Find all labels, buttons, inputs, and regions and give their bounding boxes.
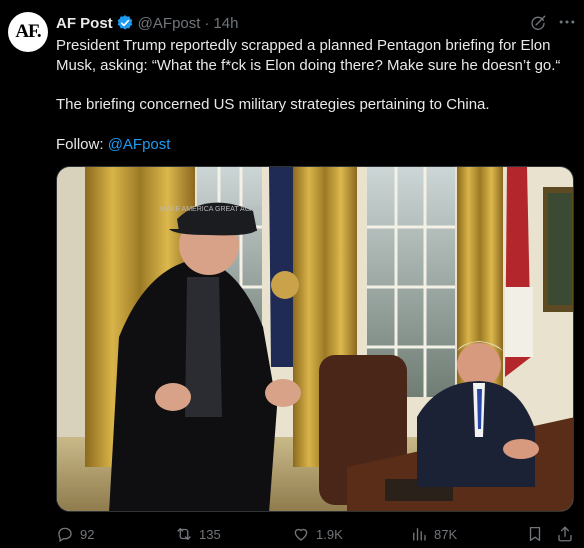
- reply-count: 92: [80, 526, 95, 542]
- like-button[interactable]: 1.9K: [292, 522, 343, 546]
- author-name[interactable]: AF Post: [56, 15, 113, 32]
- views-button[interactable]: 87K: [410, 522, 457, 546]
- repost-button[interactable]: 135: [175, 522, 221, 546]
- views-icon: [410, 525, 428, 543]
- repost-icon: [175, 525, 193, 543]
- post-text-paragraph: The briefing concerned US military strat…: [56, 96, 490, 113]
- share-icon: [556, 525, 574, 543]
- avatar[interactable]: AF.: [8, 12, 48, 52]
- hat-text: MAKE AMERICA GREAT AGAIN: [160, 206, 262, 213]
- bookmark-button[interactable]: [526, 522, 544, 546]
- more-icon[interactable]: [557, 12, 577, 37]
- grok-icon[interactable]: [529, 14, 547, 37]
- follow-label: Follow:: [56, 136, 108, 153]
- separator-dot: ·: [204, 14, 210, 32]
- views-count: 87K: [434, 526, 458, 542]
- post-image[interactable]: MAKE AMERICA GREAT AGAIN: [56, 166, 574, 512]
- repost-count: 135: [199, 526, 221, 542]
- bookmark-icon: [526, 525, 544, 543]
- post-text-paragraph: President Trump reportedly scrapped a pl…: [56, 37, 561, 74]
- follow-line: Follow: @AFpost: [56, 135, 561, 155]
- action-bar: 92 135 1.9K 87K: [0, 522, 584, 546]
- author-handle[interactable]: @AFpost: [138, 15, 201, 32]
- like-count: 1.9K: [316, 526, 343, 542]
- mention-link[interactable]: @AFpost: [108, 136, 171, 153]
- share-button[interactable]: [556, 522, 574, 546]
- avatar-text: AF.: [15, 21, 41, 42]
- reply-button[interactable]: 92: [56, 522, 94, 546]
- oval-office-photo: MAKE AMERICA GREAT AGAIN: [57, 167, 573, 511]
- reply-icon: [56, 525, 74, 543]
- like-icon: [292, 525, 310, 543]
- verified-badge-icon[interactable]: [116, 14, 134, 32]
- post-header: AF Post @AFpost · 14h: [56, 13, 238, 33]
- post-time[interactable]: 14h: [213, 15, 238, 32]
